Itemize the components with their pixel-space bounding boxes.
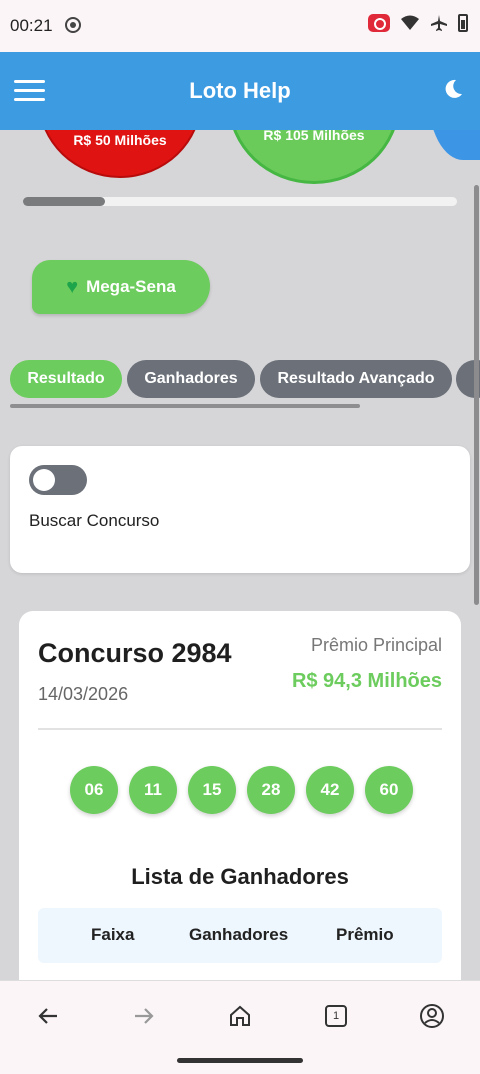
winners-table-header: Faixa Ganhadores Prêmio bbox=[38, 908, 442, 963]
lottery-selector[interactable]: ♥ Mega-Sena bbox=[32, 260, 210, 314]
tabs-button[interactable]: 1 bbox=[321, 1001, 351, 1031]
forward-arrow-icon bbox=[135, 1008, 154, 1024]
divider bbox=[38, 728, 442, 730]
battery-icon bbox=[458, 14, 468, 32]
screen-record-icon bbox=[65, 17, 81, 33]
drawn-numbers: 06 11 15 28 42 60 bbox=[70, 766, 413, 814]
carousel-item-label: R$ 50 Milhões bbox=[73, 132, 167, 148]
account-icon bbox=[420, 1004, 444, 1028]
gesture-bar[interactable] bbox=[177, 1058, 303, 1063]
tab-bar: Resultado Ganhadores Resultado Avançado bbox=[10, 360, 480, 400]
status-icons bbox=[368, 14, 468, 32]
tab-label: Resultado Avançado bbox=[277, 370, 435, 387]
prize-value: R$ 94,3 Milhões bbox=[291, 670, 442, 692]
back-button[interactable] bbox=[33, 1001, 63, 1031]
tab-label: Ganhadores bbox=[144, 370, 238, 387]
forward-button[interactable] bbox=[129, 1001, 159, 1031]
carousel-scrollbar-thumb[interactable] bbox=[23, 197, 105, 206]
search-label: Buscar Concurso bbox=[29, 511, 160, 530]
column-header-faixa: Faixa bbox=[91, 925, 135, 944]
contest-title: Concurso 2984 bbox=[38, 638, 232, 668]
app-bar: Loto Help bbox=[0, 52, 480, 130]
prize-label: Prêmio Principal bbox=[310, 635, 442, 655]
carousel-item-red[interactable]: R$ 50 Milhões bbox=[38, 130, 202, 178]
column-header-ganhadores: Ganhadores bbox=[189, 925, 289, 944]
tab-resultado[interactable]: Resultado bbox=[10, 360, 122, 398]
number-ball: 28 bbox=[247, 766, 295, 814]
back-arrow-icon bbox=[38, 1008, 57, 1024]
lottery-name: Mega-Sena bbox=[86, 277, 176, 296]
number-ball: 60 bbox=[365, 766, 413, 814]
home-button[interactable] bbox=[225, 1001, 255, 1031]
tab-ganhadores[interactable]: Ganhadores bbox=[127, 360, 255, 398]
search-toggle[interactable] bbox=[29, 465, 87, 495]
winners-title: Lista de Ganhadores bbox=[131, 864, 349, 889]
contest-date: 14/03/2026 bbox=[38, 684, 129, 704]
number-ball: 06 bbox=[70, 766, 118, 814]
carousel-item-label: R$ 105 Milhões bbox=[263, 130, 365, 143]
green-heart-icon: ♥ bbox=[66, 275, 79, 298]
wifi-icon bbox=[401, 15, 419, 30]
home-icon bbox=[230, 1005, 250, 1026]
status-bar: 00:21 bbox=[0, 0, 480, 52]
account-button[interactable] bbox=[417, 1001, 447, 1031]
dark-mode-icon[interactable] bbox=[442, 78, 464, 100]
tabs-scrollbar[interactable] bbox=[10, 404, 360, 408]
browser-toolbar: 1 bbox=[0, 980, 480, 1074]
tab-resultado-avancado[interactable]: Resultado Avançado bbox=[260, 360, 452, 398]
carousel-item-green[interactable]: R$ 105 Milhões bbox=[228, 130, 400, 184]
column-header-premio: Prêmio bbox=[336, 925, 394, 944]
number-ball: 42 bbox=[306, 766, 354, 814]
carousel-item-blue[interactable] bbox=[428, 130, 480, 160]
airplane-icon bbox=[431, 15, 447, 31]
search-card: Buscar Concurso bbox=[10, 446, 470, 573]
number-ball: 11 bbox=[129, 766, 177, 814]
main-content: R$ 50 Milhões R$ 105 Milhões ♥ Mega-Sena… bbox=[0, 130, 480, 980]
cast-icon bbox=[368, 14, 390, 32]
result-card: Concurso 2984 14/03/2026 Prêmio Principa… bbox=[19, 611, 461, 980]
page-scrollbar[interactable] bbox=[474, 185, 479, 605]
tab-label: Resultado bbox=[27, 370, 105, 387]
status-time: 00:21 bbox=[10, 16, 53, 35]
app-title: Loto Help bbox=[189, 78, 291, 103]
number-ball: 15 bbox=[188, 766, 236, 814]
tab-count: 1 bbox=[325, 1005, 347, 1027]
